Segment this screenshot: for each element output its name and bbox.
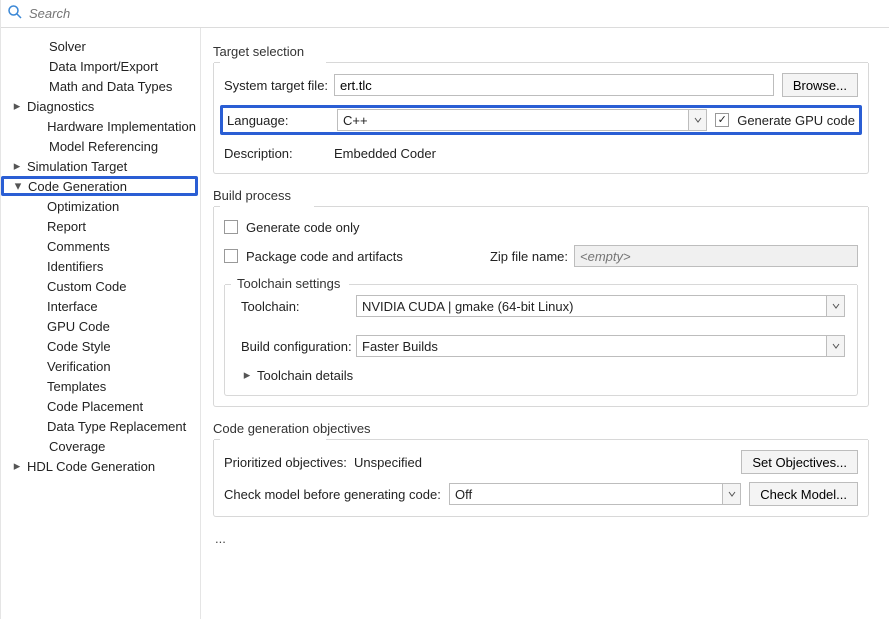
sidebar-item-hdl-code-generation[interactable]: ▸HDL Code Generation [3,456,196,476]
chevron-right-icon: ▸ [11,98,23,114]
chevron-down-icon [722,484,740,504]
sidebar-item-label: Solver [45,39,86,54]
toolchain-settings-group: Toolchain settings Toolchain: NVIDIA CUD… [224,285,858,396]
sidebar-item-verification[interactable]: Verification [3,356,196,376]
browse-button[interactable]: Browse... [782,73,858,97]
generate-gpu-label: Generate GPU code [737,113,855,128]
sidebar-item-report[interactable]: Report [3,216,196,236]
sidebar-item-label: Optimization [43,199,119,214]
chevron-down-icon [688,110,706,130]
build-process-group: Generate code only Package code and arti… [213,207,869,407]
check-model-value: Off [450,487,722,502]
section-title-build: Build process [213,188,869,203]
sidebar-item-templates[interactable]: Templates [3,376,196,396]
sidebar-item-comments[interactable]: Comments [3,236,196,256]
sidebar-item-label: Diagnostics [23,99,94,114]
sidebar-item-label: Report [43,219,86,234]
search-input[interactable] [23,5,883,22]
language-value: C++ [338,113,688,128]
more-indicator[interactable]: ... [215,531,869,546]
generate-code-only-label: Generate code only [246,220,359,235]
toolchain-settings-label: Toolchain settings [235,276,342,291]
description-label: Description: [224,146,334,161]
sidebar-item-coverage[interactable]: Coverage [3,436,196,456]
sidebar-item-custom-code[interactable]: Custom Code [3,276,196,296]
sidebar-item-label: Code Generation [24,179,127,194]
sidebar-item-label: Identifiers [43,259,103,274]
set-objectives-button[interactable]: Set Objectives... [741,450,858,474]
generate-code-only-checkbox[interactable] [224,220,238,234]
check-model-label: Check model before generating code: [224,487,449,502]
check-model-button[interactable]: Check Model... [749,482,858,506]
build-config-value: Faster Builds [357,339,826,354]
config-dialog: Solver Data Import/Export Math and Data Ty… [0,0,889,619]
sidebar-item-identifiers[interactable]: Identifiers [3,256,196,276]
system-target-file-input[interactable] [334,74,774,96]
chevron-right-icon[interactable]: ▸ [241,367,253,383]
sidebar-item-optimization[interactable]: Optimization [3,196,196,216]
generate-gpu-checkbox[interactable] [715,113,729,127]
target-selection-group: System target file: Browse... Language: … [213,63,869,174]
sidebar-item-code-style[interactable]: Code Style [3,336,196,356]
toolchain-select[interactable]: NVIDIA CUDA | gmake (64-bit Linux) [356,295,845,317]
check-model-select[interactable]: Off [449,483,741,505]
objectives-group: Prioritized objectives: Unspecified Set … [213,440,869,517]
sidebar-item-label: Data Type Replacement [43,419,186,434]
prioritized-value: Unspecified [354,455,422,470]
sidebar-item-label: Coverage [45,439,105,454]
sidebar-item-data-type-replacement[interactable]: Data Type Replacement [3,416,196,436]
toolchain-value: NVIDIA CUDA | gmake (64-bit Linux) [357,299,826,314]
search-bar [1,0,889,28]
toolchain-label: Toolchain: [241,299,356,314]
language-select[interactable]: C++ [337,109,707,131]
sidebar-item-label: Code Style [43,339,111,354]
search-icon [7,4,23,23]
toolchain-details[interactable]: Toolchain details [253,368,353,383]
sidebar-item-code-placement[interactable]: Code Placement [3,396,196,416]
package-code-label: Package code and artifacts [246,249,403,264]
chevron-right-icon: ▸ [11,458,23,474]
sidebar-item-label: Interface [43,299,98,314]
sidebar-item-label: HDL Code Generation [23,459,155,474]
sidebar-item-model-referencing[interactable]: Model Referencing [3,136,196,156]
sidebar-item-code-generation[interactable]: ▾Code Generation [1,176,198,196]
sidebar-item-label: Templates [43,379,106,394]
description-value: Embedded Coder [334,146,436,161]
chevron-down-icon: ▾ [12,178,24,194]
sidebar-item-label: Model Referencing [45,139,158,154]
sidebar: Solver Data Import/Export Math and Data Ty… [1,28,201,619]
system-target-label: System target file: [224,78,334,93]
sidebar-item-math-and-data-types[interactable]: Math and Data Types [3,76,196,96]
section-title-objectives: Code generation objectives [213,421,869,436]
sidebar-item-gpu-code[interactable]: GPU Code [3,316,196,336]
sidebar-item-label: Simulation Target [23,159,127,174]
sidebar-item-label: Data Import/Export [45,59,158,74]
sidebar-item-label: Hardware Implementation [43,119,196,134]
package-code-checkbox[interactable] [224,249,238,263]
main-panel: Target selection System target file: Bro… [201,28,889,619]
sidebar-item-label: Verification [43,359,111,374]
sidebar-item-data-import-export[interactable]: Data Import/Export [3,56,196,76]
content-area: Solver Data Import/Export Math and Data Ty… [1,28,889,619]
chevron-down-icon [826,336,844,356]
sidebar-item-simulation-target[interactable]: ▸Simulation Target [3,156,196,176]
chevron-right-icon: ▸ [11,158,23,174]
prioritized-label: Prioritized objectives: [224,455,354,470]
sidebar-item-diagnostics[interactable]: ▸Diagnostics [3,96,196,116]
zip-file-input [574,245,858,267]
sidebar-item-interface[interactable]: Interface [3,296,196,316]
build-config-label: Build configuration: [241,339,356,354]
chevron-down-icon [826,296,844,316]
sidebar-item-label: Comments [43,239,110,254]
zip-file-label: Zip file name: [490,249,568,264]
sidebar-item-label: Math and Data Types [45,79,172,94]
sidebar-item-hardware-implementation[interactable]: Hardware Implementation [3,116,196,136]
language-label: Language: [227,113,337,128]
sidebar-item-label: GPU Code [43,319,110,334]
sidebar-item-label: Code Placement [43,399,143,414]
sidebar-item-label: Custom Code [43,279,126,294]
section-title-target: Target selection [213,44,869,59]
build-config-select[interactable]: Faster Builds [356,335,845,357]
sidebar-item-solver[interactable]: Solver [3,36,196,56]
